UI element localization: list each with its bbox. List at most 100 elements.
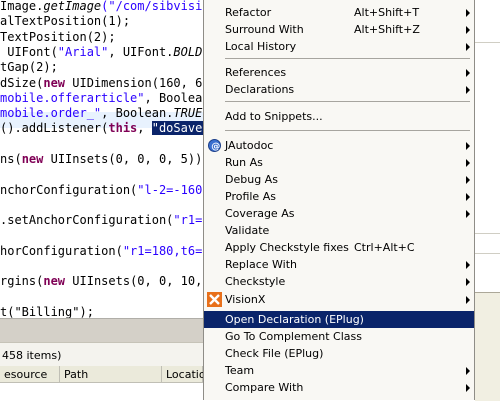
code-line: dSize(new UIDimension(160, 60 (0, 76, 203, 91)
submenu-arrow-icon (466, 43, 470, 51)
item-count-label: 458 items) (2, 349, 62, 362)
problems-table-body (0, 383, 203, 400)
menu-item-run-as[interactable]: Run As (204, 154, 474, 171)
code-token: UIInsets(0, 0, 0, 5)); (43, 152, 203, 166)
code-line: t("Billing"); (0, 305, 94, 318)
menu-item-label: Run As (225, 156, 263, 169)
menu-item-team[interactable]: Team (204, 362, 474, 379)
menu-item-label: Open Declaration (EPlug) (225, 313, 364, 326)
code-token: new (21, 152, 44, 166)
menu-item-visionx[interactable]: VisionX (204, 291, 474, 308)
menu-item-debug-as[interactable]: Debug As (204, 171, 474, 188)
selected-text: "doSave" (151, 121, 203, 136)
code-token: getImage (43, 0, 102, 13)
menu-item-label: Local History (225, 40, 297, 53)
code-line: ns(new UIInsets(0, 0, 0, 5)); (0, 152, 203, 167)
code-line: rgins(new UIInsets(0, 0, 10, (0, 274, 202, 289)
menu-item-check-file-eplug[interactable]: Check File (EPlug) (204, 345, 474, 362)
view-tab-bar (0, 318, 203, 343)
code-token: UIInsets(0, 0, 10, (65, 274, 203, 289)
column-header-resource[interactable]: esource (0, 366, 60, 383)
submenu-arrow-icon (466, 69, 470, 77)
code-token: mobile.offerarticle" (0, 90, 145, 105)
code-token: "Arial" (57, 44, 109, 59)
code-token: "l-2=-160" (137, 182, 203, 197)
submenu-arrow-icon (466, 261, 470, 269)
code-token: nchorConfiguration( (0, 182, 138, 197)
menu-item-references[interactable]: References (204, 64, 474, 81)
menu-item-shortcut: Alt+Shift+Z (354, 23, 420, 36)
menu-item-surround-with[interactable]: Surround With Alt+Shift+Z (204, 21, 474, 38)
submenu-arrow-icon (466, 26, 470, 34)
code-line: alTextPosition(1); (0, 14, 130, 29)
menu-separator (225, 130, 470, 131)
submenu-arrow-icon (466, 86, 470, 94)
jautodoc-icon: @ (207, 138, 222, 153)
menu-item-label: Add to Snippets... (225, 110, 323, 123)
menu-item-validate[interactable]: Validate (204, 222, 474, 239)
submenu-arrow-icon (466, 176, 470, 184)
menu-item-profile-as[interactable]: Profile As (204, 188, 474, 205)
menu-item-label: Surround With (225, 23, 304, 36)
menu-item-label: VisionX (225, 293, 266, 306)
menu-item-label: Debug As (225, 173, 278, 186)
code-line: Image.getImage("/com/sibvisio (0, 0, 203, 14)
menu-item-label: Check File (EPlug) (225, 347, 324, 360)
menu-item-label: Compare With (225, 381, 304, 394)
menu-item-label: JAutodoc (225, 139, 274, 152)
submenu-arrow-icon (466, 9, 470, 17)
menu-item-label: Profile As (225, 190, 276, 203)
menu-item-compare-with[interactable]: Compare With (204, 379, 474, 396)
code-token: horConfiguration( (0, 243, 123, 258)
menu-item-label: Apply Checkstyle fixes (225, 241, 349, 254)
code-token: , Boolean. (101, 106, 174, 121)
menu-item-declarations[interactable]: Declarations (204, 81, 474, 98)
code-token: ("/com/sibvisio (101, 0, 203, 13)
right-side-view (475, 0, 500, 401)
code-token: tGap(2); (0, 60, 58, 75)
menu-item-refactor[interactable]: Refactor Alt+Shift+T (204, 4, 474, 21)
column-header-path[interactable]: Path (60, 366, 162, 383)
code-line: tGap(2); (0, 60, 58, 75)
menu-item-open-declaration-eplug[interactable]: Open Declaration (EPlug) (204, 311, 474, 328)
menu-item-shortcut: Ctrl+Alt+C (354, 241, 415, 254)
menu-item-checkstyle[interactable]: Checkstyle (204, 273, 474, 290)
code-token: "r1=1 (173, 213, 203, 228)
submenu-arrow-icon (466, 210, 470, 218)
menu-item-apply-checkstyle-fixes[interactable]: Apply Checkstyle fixes Ctrl+Alt+C (204, 239, 474, 256)
submenu-arrow-icon (466, 142, 470, 150)
code-token: dSize( (0, 75, 44, 90)
code-token: mobile.order_" (0, 106, 102, 121)
menu-item-coverage-as[interactable]: Coverage As (204, 205, 474, 222)
code-token: UIDimension(160, 60 (65, 75, 203, 90)
code-token: ().addListener( (0, 121, 109, 136)
menu-item-label: Checkstyle (225, 275, 286, 288)
code-token: , (137, 121, 152, 136)
submenu-arrow-icon (466, 367, 470, 375)
divider (475, 253, 500, 254)
menu-item-go-to-complement-class[interactable]: Go To Complement Class (204, 328, 474, 345)
menu-item-label: Refactor (225, 6, 272, 19)
column-header-location[interactable]: Location (162, 366, 213, 383)
code-token: new (43, 274, 66, 289)
divider (475, 42, 500, 43)
menu-item-label: References (225, 66, 287, 79)
code-token: Image. (0, 0, 44, 13)
code-token: ns( (0, 152, 22, 166)
menu-item-label: Declarations (225, 83, 295, 96)
submenu-arrow-icon (466, 278, 470, 286)
code-line: nchorConfiguration("l-2=-160") (0, 183, 203, 198)
code-token: TextPosition(2); (0, 29, 116, 44)
menu-item-replace-with[interactable]: Replace With (204, 256, 474, 273)
submenu-arrow-icon (466, 296, 470, 304)
submenu-arrow-icon (466, 193, 470, 201)
code-line: .setAnchorConfiguration("r1=1 (0, 213, 203, 228)
code-token: UIFont( (0, 44, 58, 59)
menu-item-add-to-snippets[interactable]: Add to Snippets... (204, 108, 474, 125)
code-line: ().addListener(this, "doSave" (0, 121, 203, 136)
menu-item-label: Go To Complement Class (225, 330, 362, 343)
menu-separator (225, 101, 470, 102)
code-editor[interactable]: Image.getImage("/com/sibvisio alTextPosit… (0, 0, 203, 318)
menu-item-local-history[interactable]: Local History (204, 38, 474, 55)
menu-item-jautodoc[interactable]: @ JAutodoc (204, 137, 474, 154)
